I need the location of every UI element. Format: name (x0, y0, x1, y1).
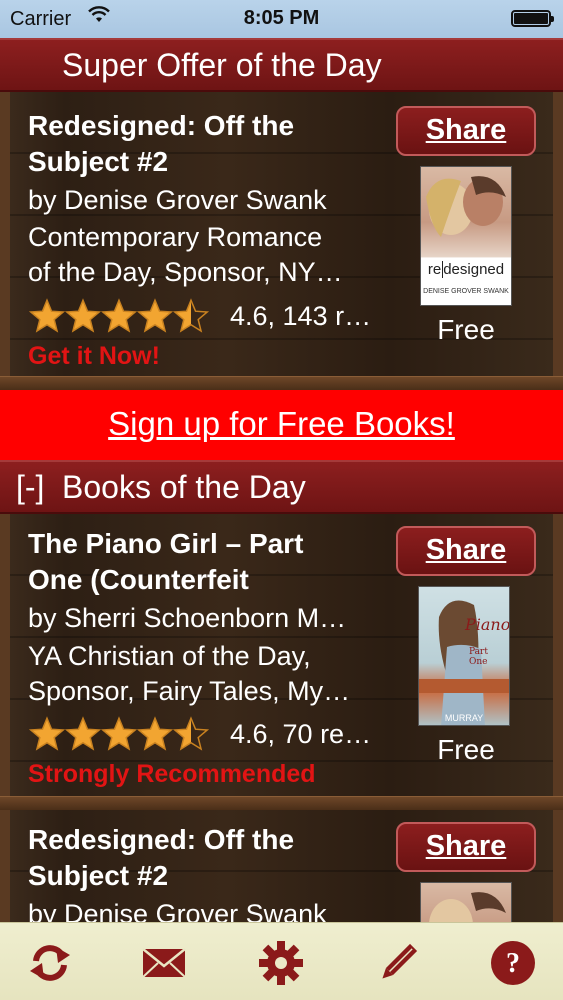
pencil-icon[interactable] (374, 939, 422, 987)
cover-author: MURRAY (444, 713, 484, 723)
book-title-line1: The Piano Girl – Part (28, 528, 304, 559)
refresh-icon[interactable] (26, 939, 74, 987)
clock: 8:05 PM (243, 7, 320, 29)
book-genre-line2: Sponsor, Fairy Tales, My… (28, 676, 351, 706)
book-author: by Sherri Schoenborn M… (28, 603, 347, 633)
rating-text: 4.6, 70 re… (230, 719, 372, 749)
cover-subtitle: Part One (469, 647, 488, 667)
cover-word-re: re (427, 261, 442, 278)
book-genre-line1: Contemporary Romance (28, 222, 323, 252)
books-of-day-title: Books of the Day (62, 469, 306, 505)
star-icon (64, 298, 102, 333)
star-icon (64, 716, 102, 751)
star-icon (172, 716, 210, 751)
book-title-line1: Redesigned: Off the (28, 110, 295, 141)
price-label: Free (437, 314, 495, 345)
gear-icon[interactable] (257, 939, 305, 987)
collapse-toggle[interactable]: [-] (16, 462, 44, 512)
shelf-ledge (0, 796, 563, 810)
cover-art (426, 176, 506, 237)
star-rating (28, 716, 210, 752)
star-icon (136, 716, 174, 751)
share-button[interactable]: Share (396, 106, 536, 156)
cover-word-designed: designed (443, 261, 505, 278)
book-card-piano-girl[interactable]: The Piano Girl – Part One (Counterfeit b… (0, 514, 563, 810)
star-icon (136, 298, 174, 333)
signup-banner-button[interactable]: Sign up for Free Books! (0, 390, 563, 460)
book-title-line1: Redesigned: Off the (28, 824, 295, 855)
super-offer-header: Super Offer of the Day (0, 38, 563, 92)
super-offer-title: Super Offer of the Day (62, 47, 382, 83)
book-genre-line1: YA Christian of the Day, (28, 641, 311, 671)
book-title-line2: Subject #2 (28, 146, 169, 177)
book-card-redesigned[interactable]: Redesigned: Off the Subject #2 by Denise… (0, 810, 563, 930)
book-cover-image[interactable]: re designed DENISE GROVER SWANK (420, 166, 512, 306)
book-card-featured[interactable]: Redesigned: Off the Subject #2 by Denise… (0, 92, 563, 390)
cover-title: Piano (465, 615, 510, 634)
star-icon (172, 298, 210, 333)
battery-icon (511, 10, 554, 27)
price-label: Free (437, 734, 495, 765)
rating-text: 4.6, 143 r… (230, 301, 372, 331)
svg-text:?: ? (506, 948, 520, 979)
book-genre-line2: of the Day, Sponsor, NY… (28, 257, 343, 287)
book-title-line2: One (Counterfeit (28, 564, 249, 595)
book-cover-image[interactable]: Piano Part One MURRAY (418, 586, 510, 726)
star-rating (28, 298, 210, 334)
book-title-line2: Subject #2 (28, 860, 169, 891)
bottom-toolbar: ? (0, 922, 563, 1000)
books-of-day-header[interactable]: [-] Books of the Day (0, 460, 563, 514)
strongly-recommended-label: Strongly Recommended (28, 760, 316, 788)
share-button[interactable]: Share (396, 526, 536, 576)
cover-author: DENISE GROVER SWANK (423, 288, 509, 295)
help-icon[interactable]: ? (489, 939, 537, 987)
status-bar: Carrier 8:05 PM (0, 0, 563, 38)
mail-icon[interactable] (140, 939, 188, 987)
shelf-ledge (0, 376, 563, 390)
star-icon (100, 298, 138, 333)
star-icon (28, 298, 66, 333)
share-button[interactable]: Share (396, 822, 536, 872)
star-icon (28, 716, 66, 751)
get-it-now-link[interactable]: Get it Now! (28, 340, 160, 372)
star-icon (100, 716, 138, 751)
book-author: by Denise Grover Swank (28, 185, 327, 215)
